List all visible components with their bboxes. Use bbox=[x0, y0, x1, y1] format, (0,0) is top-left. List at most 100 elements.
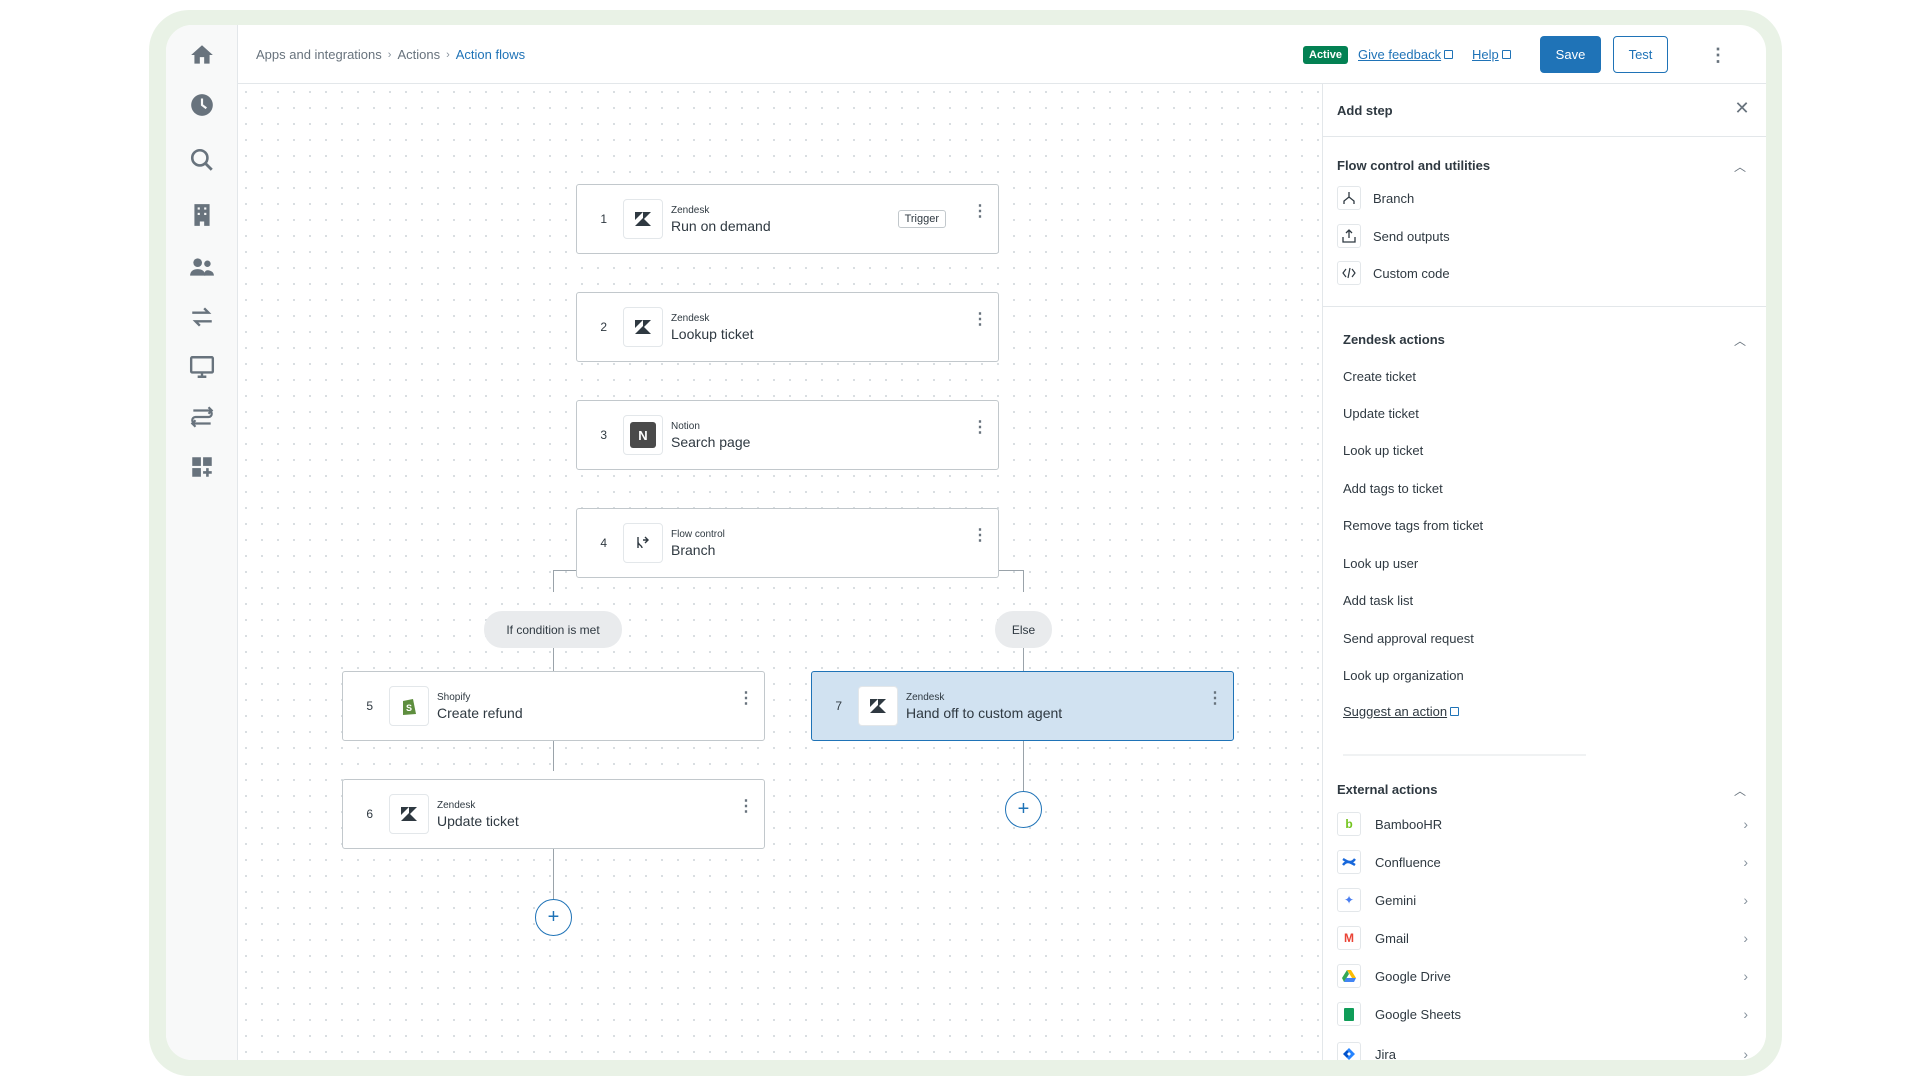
step-menu-icon[interactable]: ⋮ bbox=[972, 528, 988, 544]
bamboohr-icon: b bbox=[1337, 812, 1361, 836]
external-action-jira[interactable]: Jira › bbox=[1337, 1038, 1752, 1060]
help-label: Help bbox=[1472, 47, 1499, 62]
connector bbox=[553, 570, 554, 592]
connector bbox=[553, 849, 554, 899]
chevron-right-icon: › bbox=[1743, 968, 1748, 984]
app-window: Apps and integrations › Actions › Action… bbox=[166, 25, 1766, 1060]
breadcrumb-item-actions[interactable]: Actions bbox=[397, 47, 440, 62]
external-action-label: Google Sheets bbox=[1375, 1006, 1462, 1022]
divider bbox=[1343, 754, 1586, 756]
step-number: 4 bbox=[600, 536, 607, 550]
give-feedback-link[interactable]: Give feedback bbox=[1358, 47, 1454, 62]
chevron-right-icon: › bbox=[1743, 854, 1748, 870]
flow-step-4[interactable]: 4 Flow control Branch ⋮ bbox=[576, 508, 999, 578]
zendesk-action-item[interactable]: Look up user bbox=[1343, 556, 1418, 571]
suggest-action-link[interactable]: Suggest an action bbox=[1343, 704, 1460, 719]
step-app-name: Zendesk bbox=[437, 799, 476, 811]
breadcrumb-current: Action flows bbox=[455, 47, 526, 62]
google-drive-icon bbox=[1337, 964, 1361, 988]
zendesk-icon bbox=[389, 794, 429, 834]
flow-icon[interactable] bbox=[182, 397, 222, 437]
transfer-icon[interactable] bbox=[182, 297, 222, 337]
search-icon[interactable] bbox=[182, 140, 222, 180]
util-item-custom-code[interactable]: Custom code bbox=[1337, 259, 1450, 287]
save-button[interactable]: Save bbox=[1540, 36, 1601, 73]
external-action-google-sheets[interactable]: Google Sheets › bbox=[1337, 998, 1752, 1030]
external-action-google-drive[interactable]: Google Drive › bbox=[1337, 960, 1752, 992]
zendesk-action-item[interactable]: Create ticket bbox=[1343, 369, 1416, 384]
step-menu-icon[interactable]: ⋮ bbox=[972, 312, 988, 328]
zendesk-action-item[interactable]: Look up organization bbox=[1343, 668, 1464, 683]
building-icon[interactable] bbox=[182, 195, 222, 235]
branch-icon bbox=[1337, 186, 1361, 210]
flow-step-7[interactable]: 7 Zendesk Hand off to custom agent ⋮ bbox=[811, 671, 1234, 741]
flow-canvas[interactable]: 1 Zendesk Run on demand Trigger ⋮ 2 Zende… bbox=[238, 84, 1321, 1060]
zendesk-action-item[interactable]: Look up ticket bbox=[1343, 443, 1423, 458]
step-app-name: Zendesk bbox=[906, 691, 945, 703]
breadcrumb-separator: › bbox=[387, 48, 392, 61]
flow-step-3[interactable]: 3 N Notion Search page ⋮ bbox=[576, 400, 999, 470]
flow-step-2[interactable]: 2 Zendesk Lookup ticket ⋮ bbox=[576, 292, 999, 362]
trigger-tag: Trigger bbox=[897, 210, 946, 228]
code-icon bbox=[1337, 261, 1361, 285]
users-icon[interactable] bbox=[182, 247, 222, 287]
external-action-confluence[interactable]: Confluence › bbox=[1337, 846, 1752, 878]
step-title: Create refund bbox=[437, 704, 523, 721]
flow-step-5[interactable]: 5 S Shopify Create refund ⋮ bbox=[342, 671, 765, 741]
add-step-button[interactable]: + bbox=[535, 899, 572, 936]
flow-step-1[interactable]: 1 Zendesk Run on demand Trigger ⋮ bbox=[576, 184, 999, 254]
external-action-label: Confluence bbox=[1375, 854, 1441, 870]
give-feedback-label: Give feedback bbox=[1358, 47, 1442, 62]
add-step-button[interactable]: + bbox=[1005, 791, 1042, 828]
home-icon[interactable] bbox=[182, 35, 222, 75]
clock-icon[interactable] bbox=[182, 85, 222, 125]
step-menu-icon[interactable]: ⋮ bbox=[972, 420, 988, 436]
flow-step-6[interactable]: 6 Zendesk Update ticket ⋮ bbox=[342, 779, 765, 849]
section-title-external-actions: External actions bbox=[1337, 782, 1438, 797]
chevron-right-icon: › bbox=[1743, 1006, 1748, 1022]
zendesk-icon bbox=[858, 686, 898, 726]
zendesk-action-item[interactable]: Add tags to ticket bbox=[1343, 481, 1443, 496]
external-action-bamboohr[interactable]: b BambooHR › bbox=[1337, 808, 1752, 840]
chevron-up-icon[interactable]: ︿ bbox=[1734, 782, 1746, 799]
monitor-icon[interactable] bbox=[182, 347, 222, 387]
close-icon[interactable]: ✕ bbox=[1732, 98, 1752, 118]
step-app-name: Shopify bbox=[437, 691, 471, 703]
external-link-icon bbox=[1501, 50, 1511, 59]
step-menu-icon[interactable]: ⋮ bbox=[738, 799, 754, 815]
external-action-label: Jira bbox=[1375, 1046, 1396, 1061]
google-sheets-icon bbox=[1337, 1002, 1361, 1026]
step-number: 3 bbox=[600, 428, 607, 442]
external-action-gemini[interactable]: ✦ Gemini › bbox=[1337, 884, 1752, 916]
step-title: Hand off to custom agent bbox=[906, 704, 1063, 721]
step-menu-icon[interactable]: ⋮ bbox=[972, 204, 988, 220]
chevron-up-icon[interactable]: ︿ bbox=[1734, 332, 1746, 349]
suggest-action-label: Suggest an action bbox=[1343, 704, 1448, 719]
step-title: Branch bbox=[671, 541, 716, 558]
test-button[interactable]: Test bbox=[1613, 36, 1668, 73]
step-menu-icon[interactable]: ⋮ bbox=[738, 691, 754, 707]
gmail-icon: M bbox=[1337, 926, 1361, 950]
breadcrumb-item-apps[interactable]: Apps and integrations bbox=[256, 47, 382, 62]
step-menu-icon[interactable]: ⋮ bbox=[1207, 691, 1223, 707]
help-link[interactable]: Help bbox=[1472, 47, 1511, 62]
zendesk-icon bbox=[623, 199, 663, 239]
util-item-branch[interactable]: Branch bbox=[1337, 184, 1414, 212]
chevron-right-icon: › bbox=[1743, 892, 1748, 908]
util-item-send-outputs[interactable]: Send outputs bbox=[1337, 222, 1450, 250]
add-app-icon[interactable] bbox=[182, 447, 222, 487]
zendesk-action-item[interactable]: Add task list bbox=[1343, 593, 1413, 608]
more-options-icon[interactable]: ⋮ bbox=[1706, 43, 1730, 67]
zendesk-action-item[interactable]: Send approval request bbox=[1343, 631, 1474, 646]
step-number: 1 bbox=[600, 212, 607, 226]
zendesk-action-item[interactable]: Remove tags from ticket bbox=[1343, 518, 1483, 533]
chevron-right-icon: › bbox=[1743, 930, 1748, 946]
chevron-up-icon[interactable]: ︿ bbox=[1734, 158, 1746, 175]
panel-header: Add step ✕ bbox=[1323, 84, 1766, 137]
step-app-name: Notion bbox=[671, 420, 700, 432]
external-action-label: BambooHR bbox=[1375, 816, 1443, 832]
zendesk-action-item[interactable]: Update ticket bbox=[1343, 406, 1419, 421]
external-action-gmail[interactable]: M Gmail › bbox=[1337, 922, 1752, 954]
step-title: Lookup ticket bbox=[671, 325, 754, 342]
step-number: 5 bbox=[366, 699, 373, 713]
